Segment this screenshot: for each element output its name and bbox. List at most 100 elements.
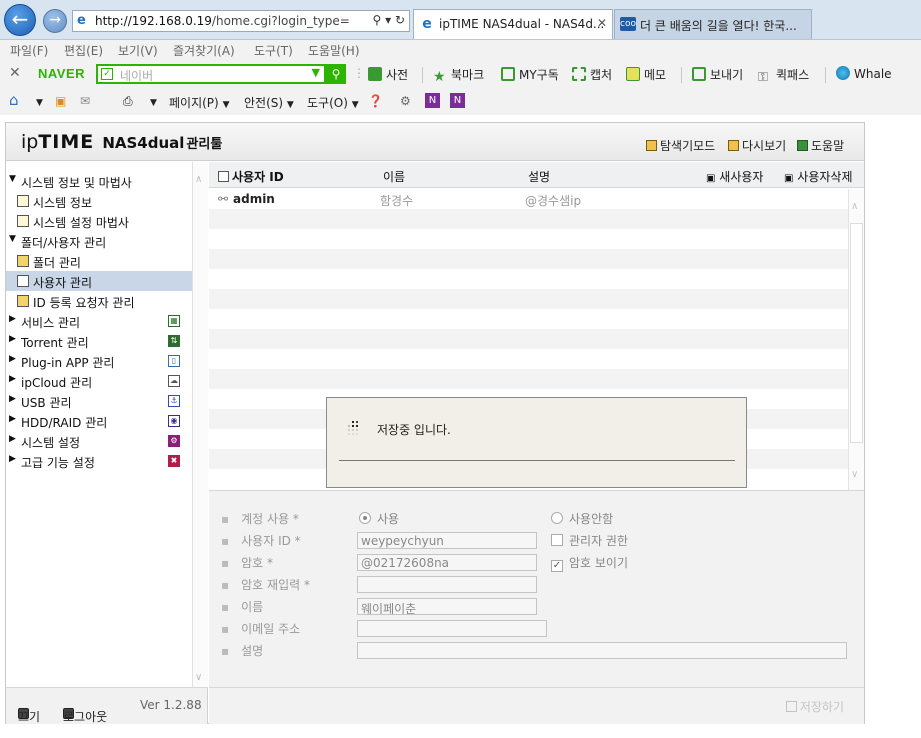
scroll-up-icon[interactable]: ∧ bbox=[851, 201, 858, 212]
sidebar-item-torrent-mgmt[interactable]: ▶ Torrent 관리 ⇅ bbox=[6, 331, 192, 351]
table-header: 사용자 ID 이름 설명 ▣ 새사용자 ▣ 사용자삭제 bbox=[209, 162, 864, 188]
chevron-down-icon[interactable]: ▼ bbox=[312, 66, 320, 79]
scroll-down-icon[interactable]: ∨ bbox=[195, 672, 202, 683]
sidebar-item-service-mgmt[interactable]: ▶ 서비스 관리 ▦ bbox=[6, 311, 192, 331]
star-icon: ★ bbox=[433, 69, 446, 85]
memo-button[interactable]: 메모 bbox=[626, 66, 666, 83]
tools-menu[interactable]: 도구(O) ▼ bbox=[307, 94, 359, 111]
sidebar-item-folder-user-mgmt[interactable]: ▼ 폴더/사용자 관리 bbox=[6, 231, 192, 251]
sidebar-item-folder-mgmt[interactable]: 폴더 관리 bbox=[6, 251, 192, 271]
sidebar-item-system-settings[interactable]: ▶ 시스템 설정 ⚙ bbox=[6, 431, 192, 451]
naver-search-placeholder: 네이버 bbox=[120, 69, 154, 83]
menu-favorites[interactable]: 즐겨찾기(A) bbox=[173, 42, 235, 59]
menu-help[interactable]: 도움말(H) bbox=[308, 42, 360, 59]
whale-button[interactable]: Whale bbox=[836, 66, 892, 81]
bookmark-button[interactable]: ★ 북마크 bbox=[433, 66, 484, 84]
save-button[interactable]: 저장하기 bbox=[785, 698, 844, 715]
sidebar-item-plugin-app-mgmt[interactable]: ▶ Plug-in APP 관리 ▯ bbox=[6, 351, 192, 371]
table-row[interactable]: ⚯ admin 함경수 @경수샘ip bbox=[209, 189, 848, 209]
sidebar-item-ipcloud-mgmt[interactable]: ▶ ipCloud 관리 ☁ bbox=[6, 371, 192, 391]
folder-icon bbox=[646, 140, 657, 151]
menu-edit[interactable]: 편집(E) bbox=[64, 42, 103, 59]
tab-iptime[interactable]: e ipTIME NAS4dual - NAS4d... ✕ bbox=[413, 9, 613, 39]
help-button[interactable]: 도움말 bbox=[797, 137, 844, 154]
my-subscribe-button[interactable]: MY구독 bbox=[501, 66, 559, 83]
page-menu-label: 페이지(P) bbox=[169, 96, 219, 110]
search-icon[interactable]: ⚲ bbox=[372, 13, 381, 27]
menu-file[interactable]: 파일(F) bbox=[10, 42, 48, 59]
ie-page-icon: e bbox=[77, 13, 86, 28]
home-dropdown-icon[interactable]: ▼ bbox=[36, 94, 43, 108]
home-icon[interactable]: ⌂ bbox=[9, 91, 19, 109]
column-description[interactable]: 설명 bbox=[528, 168, 550, 185]
menu-tools[interactable]: 도구(T) bbox=[254, 42, 293, 59]
rss-icon[interactable]: ▣ bbox=[55, 94, 66, 108]
dictionary-button[interactable]: 사전 bbox=[368, 66, 408, 83]
caret-down-icon: ▼ bbox=[222, 100, 230, 110]
advanced-icon: ✖ bbox=[168, 455, 180, 467]
send-button[interactable]: 보내기 bbox=[692, 66, 743, 83]
delete-user-button[interactable]: ▣ 사용자삭제 bbox=[784, 168, 852, 185]
account-use-radio[interactable]: 사용 bbox=[359, 510, 399, 527]
close-tab-icon[interactable]: ✕ bbox=[597, 16, 607, 30]
sidebar-item-user-mgmt[interactable]: 사용자 관리 bbox=[6, 271, 192, 291]
sidebar-scrollbar[interactable]: ∧ ∨ bbox=[192, 162, 208, 687]
description-field[interactable] bbox=[357, 642, 847, 659]
forward-button[interactable]: → bbox=[43, 9, 67, 33]
password-field[interactable]: @02172608na bbox=[357, 554, 537, 571]
print-dropdown-icon[interactable]: ▼ bbox=[150, 94, 157, 108]
naver-search-button[interactable]: ⚲ bbox=[326, 64, 346, 84]
explorer-mode-button[interactable]: 탐색기모드 bbox=[646, 137, 715, 154]
dropdown-icon[interactable]: ▾ bbox=[385, 13, 391, 27]
admin-permission-checkbox[interactable]: 관리자 권한 bbox=[551, 532, 628, 549]
user-id-field[interactable]: weypeychyun bbox=[357, 532, 537, 549]
scroll-thumb[interactable] bbox=[850, 223, 863, 443]
refresh-button[interactable]: 다시보기 bbox=[728, 137, 786, 154]
sidebar-item-usb-mgmt[interactable]: ▶ USB 관리 ⚓ bbox=[6, 391, 192, 411]
quickpass-button[interactable]: ⚿ 퀵패스 bbox=[758, 66, 809, 85]
email-field[interactable] bbox=[357, 620, 547, 637]
onenote-send-icon[interactable]: N bbox=[450, 93, 465, 108]
page-menu[interactable]: 페이지(P) ▼ bbox=[169, 94, 229, 111]
sidebar-item-id-requests[interactable]: ID 등록 요청자 관리 bbox=[6, 291, 192, 311]
divider bbox=[825, 67, 826, 83]
sidebar-item-advanced-settings[interactable]: ▶ 고급 기능 설정 ✖ bbox=[6, 451, 192, 471]
saving-dialog: 저장중 입니다. bbox=[326, 397, 747, 488]
account-nouse-radio[interactable]: 사용안함 bbox=[551, 510, 613, 527]
research-icon[interactable]: ⚙ bbox=[400, 94, 411, 108]
column-name[interactable]: 이름 bbox=[383, 168, 405, 185]
sidebar-item-label: ipCloud 관리 bbox=[21, 376, 93, 390]
logout-label: 로그아웃 bbox=[63, 710, 108, 724]
address-tools[interactable]: ⚲ ▾ ↻ bbox=[372, 13, 405, 27]
menu-bar: 파일(F) 편집(E) 보기(V) 즐겨찾기(A) 도구(T) 도움말(H) bbox=[0, 40, 921, 60]
close-icon[interactable]: ✕ bbox=[9, 65, 21, 81]
print-icon[interactable]: ⎙ bbox=[123, 94, 133, 109]
sidebar-item-system-info-wizard[interactable]: ▼ 시스템 정보 및 마법사 bbox=[6, 171, 192, 191]
sidebar-item-setup-wizard[interactable]: 시스템 설정 마법사 bbox=[6, 211, 192, 231]
naver-logo[interactable]: NAVER bbox=[38, 66, 85, 81]
scroll-up-icon[interactable]: ∧ bbox=[195, 174, 202, 185]
help-icon[interactable]: ❓ bbox=[368, 94, 383, 108]
onenote-icon[interactable]: N bbox=[425, 93, 440, 108]
add-user-button[interactable]: ▣ 새사용자 bbox=[706, 168, 763, 185]
scroll-down-icon[interactable]: ∨ bbox=[851, 469, 858, 480]
service-icon: ▦ bbox=[168, 315, 180, 327]
naver-search-input[interactable]: ✓ 네이버 ▼ bbox=[96, 64, 326, 84]
address-bar[interactable]: e http://192.168.0.19/home.cgi?login_typ… bbox=[72, 10, 410, 32]
back-button[interactable]: ← bbox=[4, 4, 36, 36]
password-label: ▪ 암호 * bbox=[221, 556, 274, 570]
password-confirm-field[interactable] bbox=[357, 576, 537, 593]
radio-selected-icon bbox=[359, 512, 371, 524]
sidebar-item-hdd-raid-mgmt[interactable]: ▶ HDD/RAID 관리 ◉ bbox=[6, 411, 192, 431]
menu-view[interactable]: 보기(V) bbox=[118, 42, 158, 59]
refresh-icon[interactable]: ↻ bbox=[395, 13, 405, 27]
show-password-checkbox[interactable]: ✓ 암호 보이기 bbox=[551, 554, 628, 572]
table-scrollbar[interactable]: ∧ ∨ bbox=[848, 189, 864, 490]
mail-icon[interactable]: ✉ bbox=[80, 94, 90, 108]
name-field[interactable]: 웨이페이춘 bbox=[357, 598, 537, 615]
column-user-id[interactable]: 사용자 ID bbox=[218, 168, 284, 185]
tab-korea[interactable]: coo 더 큰 배움의 길을 열다! 한국... bbox=[614, 9, 812, 39]
capture-button[interactable]: 캡처 bbox=[572, 66, 612, 83]
sidebar-item-system-info[interactable]: 시스템 정보 bbox=[6, 191, 192, 211]
safety-menu[interactable]: 안전(S) ▼ bbox=[244, 94, 294, 111]
